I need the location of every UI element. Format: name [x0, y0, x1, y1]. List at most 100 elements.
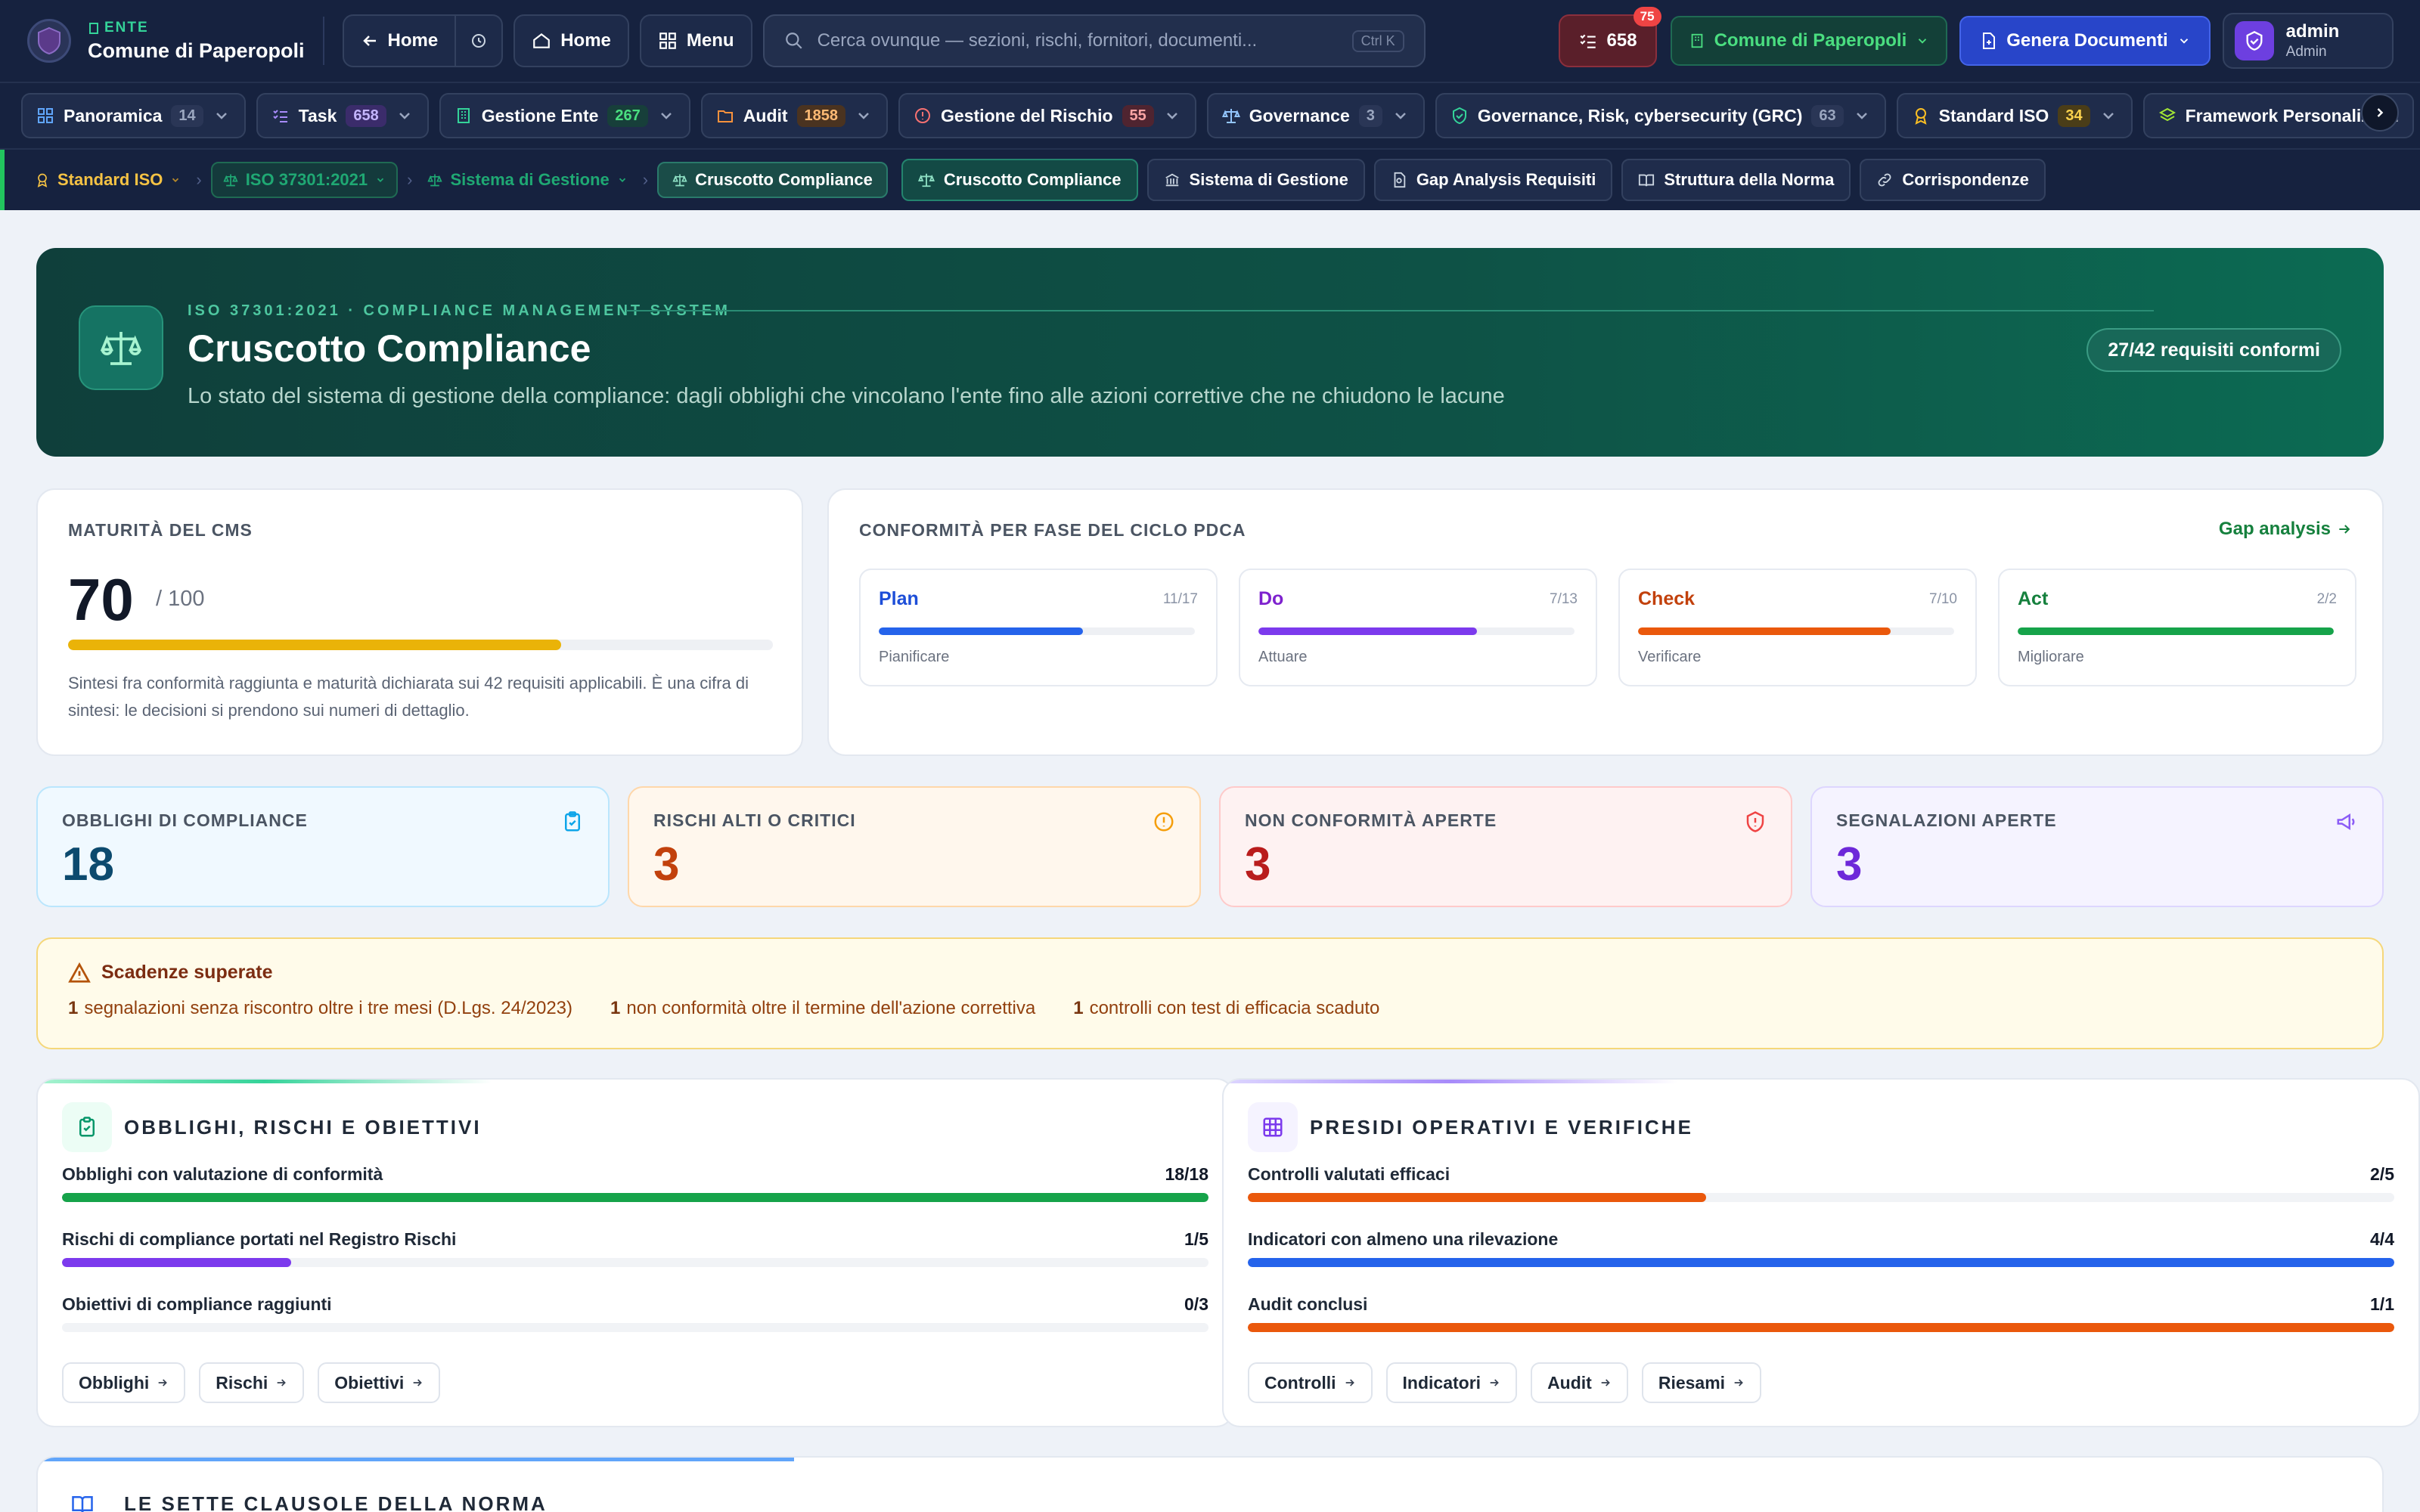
breadcrumb-label: Standard ISO	[57, 170, 163, 189]
stat-card-rischi-alti-o-critici[interactable]: RISCHI ALTI O CRITICI 3	[628, 786, 1201, 907]
tasks-button[interactable]: 658 75	[1558, 7, 1661, 67]
breadcrumb-standard-iso[interactable]: Standard ISO	[29, 162, 187, 198]
home-back-button[interactable]: Home	[344, 16, 455, 66]
genera-documenti-label: Genera Documenti	[2006, 30, 2168, 51]
tab-label: Struttura della Norma	[1664, 170, 1835, 189]
shield-alert-icon	[1746, 811, 1764, 832]
module-tab-governance[interactable]: Governance 3	[1206, 93, 1425, 138]
pdca-progress-fill	[1638, 627, 1891, 635]
module-tab-standard-iso[interactable]: Standard ISO 34	[1896, 93, 2133, 138]
chevron-down-icon	[1856, 113, 1867, 119]
link-obblighi[interactable]: Obblighi	[62, 1362, 186, 1403]
page-subtitle: Lo stato del sistema di gestione della c…	[188, 384, 1505, 408]
module-tab-governance-risk-cybersecurity-grc[interactable]: Governance, Risk, cybersecurity (GRC) 63	[1435, 93, 1886, 138]
stat-card-segnalazioni-aperte[interactable]: SEGNALAZIONI APERTE 3	[1810, 786, 2384, 907]
pdca-phase-ratio: 2/2	[2316, 591, 2337, 607]
pdca-phase-do[interactable]: Do 7/13 Attuare	[1239, 569, 1597, 686]
folder-icon	[717, 110, 733, 122]
presidi-operativi-card: PRESIDI OPERATIVI E VERIFICHE Controlli …	[1222, 1078, 2420, 1427]
pdca-card: CONFORMITÀ PER FASE DEL CICLO PDCA Gap a…	[827, 488, 2384, 756]
pdca-phase-check[interactable]: Check 7/10 Verificare	[1618, 569, 1977, 686]
pdca-phase-name: Act	[2018, 588, 2049, 609]
link-obiettivi[interactable]: Obiettivi	[318, 1362, 441, 1403]
link-riesami[interactable]: Riesami	[1641, 1362, 1762, 1403]
scale-icon	[427, 174, 443, 187]
progress-row-label: Controlli valutati efficaci	[1248, 1164, 1450, 1184]
building-icon	[1691, 33, 1702, 48]
progress-row-value: 1/1	[2370, 1294, 2394, 1314]
maturity-note: Sintesi fra conformità raggiunta e matur…	[68, 674, 749, 720]
breadcrumb-separator: ›	[196, 170, 202, 189]
divider	[626, 310, 2154, 311]
chevron-down-icon	[1919, 39, 1927, 44]
ente-select[interactable]: Comune di Paperopoli	[1670, 16, 1948, 66]
document-plus-icon	[1983, 33, 1996, 49]
chevron-down-icon	[1395, 113, 1406, 119]
search-icon	[785, 33, 802, 49]
history-button[interactable]	[455, 16, 501, 66]
maturity-progress-fill	[68, 640, 562, 650]
home-back-label: Home	[387, 30, 439, 51]
megaphone-icon	[2337, 813, 2355, 831]
alert-item[interactable]: 1 segnalazioni senza riscontro oltre i tr…	[68, 998, 572, 1019]
module-tab-gestione-ente[interactable]: Gestione Ente 267	[439, 93, 690, 138]
scroll-right-button[interactable]	[2361, 94, 2399, 132]
user-menu[interactable]: admin Admin	[2222, 13, 2394, 69]
module-tab-gestione-del-rischio[interactable]: Gestione del Rischio 55	[898, 93, 1196, 138]
link-label: Audit	[1547, 1372, 1592, 1393]
home-button[interactable]: Home	[513, 14, 629, 67]
link-indicatori[interactable]: Indicatori	[1385, 1362, 1518, 1403]
stat-card-obblighi-di-compliance[interactable]: OBBLIGHI DI COMPLIANCE 18	[36, 786, 610, 907]
pdca-phase-desc: Attuare	[1258, 649, 1308, 665]
progress-row-bar	[62, 1258, 1208, 1267]
pdca-phase-act[interactable]: Act 2/2 Migliorare	[1998, 569, 2356, 686]
module-label: Gestione Ente	[481, 105, 599, 125]
genera-documenti-button[interactable]: Genera Documenti	[1959, 16, 2211, 66]
obblighi-rischi-obiettivi-card: OBBLIGHI, RISCHI E OBIETTIVI Obblighi co…	[36, 1078, 1234, 1427]
book-open-icon	[1639, 174, 1655, 187]
link-rischi[interactable]: Rischi	[199, 1362, 305, 1403]
breadcrumb-iso-37301[interactable]: ISO 37301:2021	[210, 162, 399, 198]
pdca-phase-name: Plan	[879, 588, 919, 609]
link-audit[interactable]: Audit	[1531, 1362, 1628, 1403]
tab-sistema-di-gestione[interactable]: Sistema di Gestione	[1146, 159, 1365, 201]
chevron-down-icon	[399, 113, 410, 119]
tasks-count: 658	[1606, 30, 1637, 51]
ente-info[interactable]: ENTE Comune di Paperopoli	[88, 20, 305, 63]
pdca-phase-plan[interactable]: Plan 11/17 Pianificare	[859, 569, 1218, 686]
chevron-down-icon	[1166, 113, 1177, 119]
module-label: Governance, Risk, cybersecurity (GRC)	[1477, 105, 1803, 125]
shield-check-icon	[1452, 107, 1466, 125]
breadcrumb-current[interactable]: Cruscotto Compliance	[657, 162, 888, 198]
clipboard-check-icon	[62, 1102, 112, 1152]
alert-item-text: segnalazioni senza riscontro oltre i tre…	[84, 998, 573, 1018]
ente-tag: ENTE	[88, 20, 305, 36]
tab-label: Gap Analysis Requisiti	[1416, 170, 1596, 189]
arrow-left-icon	[362, 36, 376, 46]
link-controlli[interactable]: Controlli	[1248, 1362, 1373, 1403]
module-label: Governance	[1249, 105, 1350, 125]
chevron-right-icon	[2377, 108, 2384, 117]
building-icon	[89, 22, 98, 34]
menu-button[interactable]: Menu	[639, 14, 752, 67]
tab-gap-analysis-requisiti[interactable]: Gap Analysis Requisiti	[1373, 159, 1613, 201]
card-accent	[1224, 1080, 1677, 1083]
tab-struttura-della-norma[interactable]: Struttura della Norma	[1621, 159, 1851, 201]
module-tab-panoramica[interactable]: Panoramica 14	[21, 93, 246, 138]
divider	[322, 17, 324, 65]
maturity-card: MATURITÀ DEL CMS 70 / 100 Sintesi fra co…	[36, 488, 803, 756]
stat-card-non-conformit-aperte[interactable]: NON CONFORMITÀ APERTE 3	[1219, 786, 1792, 907]
tab-cruscotto-compliance[interactable]: Cruscotto Compliance	[901, 159, 1138, 201]
module-tab-audit[interactable]: Audit 1858	[700, 93, 889, 138]
breadcrumb-sistema-gestione[interactable]: Sistema di Gestione	[421, 162, 633, 198]
tab-corrispondenze[interactable]: Corrispondenze	[1860, 159, 2046, 201]
arrow-right-icon	[413, 1379, 423, 1387]
alert-item[interactable]: 1 non conformità oltre il termine dell'az…	[610, 998, 1035, 1019]
alert-item[interactable]: 1 controlli con test di efficacia scaduto	[1073, 998, 1379, 1019]
module-tab-task[interactable]: Task 658	[256, 93, 429, 138]
breadcrumb-label: ISO 37301:2021	[245, 170, 368, 189]
module-label: Standard ISO	[1938, 105, 2049, 125]
progress-row-fill	[62, 1258, 292, 1267]
search-input[interactable]: Cerca ovunque — sezioni, rischi, fornito…	[762, 14, 1426, 67]
gap-analysis-link[interactable]: Gap analysis	[2219, 519, 2352, 540]
